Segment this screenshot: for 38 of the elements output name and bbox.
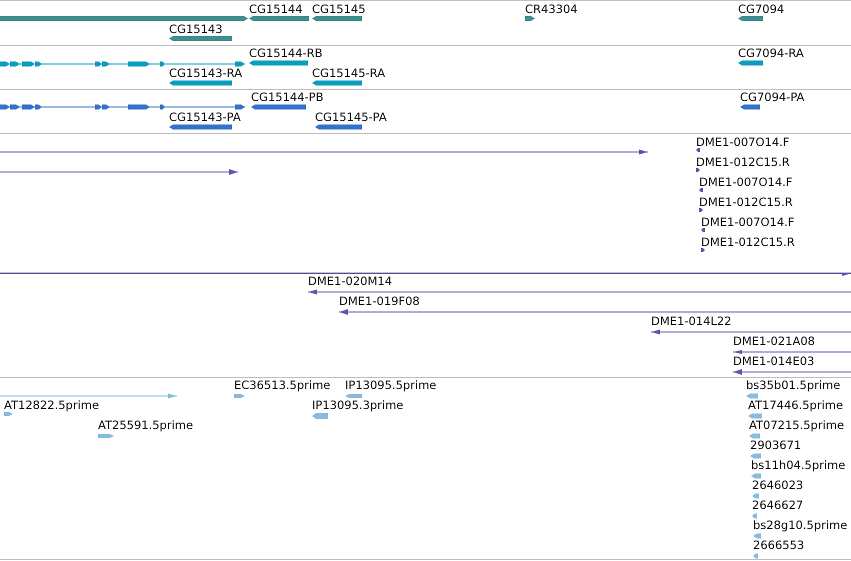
feature-label: DME1-012C15.R [696, 155, 790, 169]
feature-label: CG15145-PA [315, 110, 387, 124]
feature-label: bs11h04.5prime [751, 458, 846, 472]
feature-label: DME1-012C15.R [701, 235, 795, 249]
feature-label: AT07215.5prime [749, 418, 844, 432]
feature-label: CG15144-PB [251, 90, 324, 104]
feature-label: DME1-020M14 [308, 274, 392, 288]
feature-label: DME1-007O14.F [701, 215, 794, 229]
feature-label: bs28g10.5prime [753, 518, 848, 532]
feature-label: 2666553 [753, 538, 804, 552]
feature-label: CG15143-RA [169, 66, 242, 80]
feature-label: EC36513.5prime [234, 378, 330, 392]
feature-label: DME1-012C15.R [699, 195, 793, 209]
feature-label: AT12822.5prime [4, 398, 100, 412]
feature-label: bs35b01.5prime [746, 378, 840, 392]
feature-label: CG15145-RA [312, 66, 386, 80]
feature-label: CG15145 [312, 2, 366, 16]
feature-label: 2646627 [752, 498, 804, 512]
feature-label: DME1-021A08 [733, 334, 815, 348]
feature-label: CG7094-RA [738, 46, 804, 60]
feature-label: AT25591.5prime [98, 418, 194, 432]
feature-label: DME1-019F08 [339, 294, 420, 308]
feature-label: CG7094 [738, 2, 784, 16]
feature-label: 2646023 [752, 478, 804, 492]
feature-label: DME1-007O14.F [696, 135, 790, 149]
feature-label: CG7094-PA [740, 90, 804, 104]
feature-label: IP13095.3prime [312, 398, 404, 412]
feature-label: AT17446.5prime [748, 398, 844, 412]
feature-label: CG15143-PA [169, 110, 241, 124]
feature-label: 2903671 [750, 438, 802, 452]
feature-label: IP13095.5prime [345, 378, 436, 392]
feature-label: DME1-014L22 [651, 314, 732, 328]
feature-label: CG15144-RB [249, 46, 323, 60]
feature-label: DME1-014E03 [733, 354, 814, 368]
feature-label: CG15143 [169, 22, 223, 36]
feature-label: CR43304 [525, 2, 578, 16]
feature-label: DME1-007O14.F [699, 175, 792, 189]
feature-label: CG15144 [249, 2, 303, 16]
